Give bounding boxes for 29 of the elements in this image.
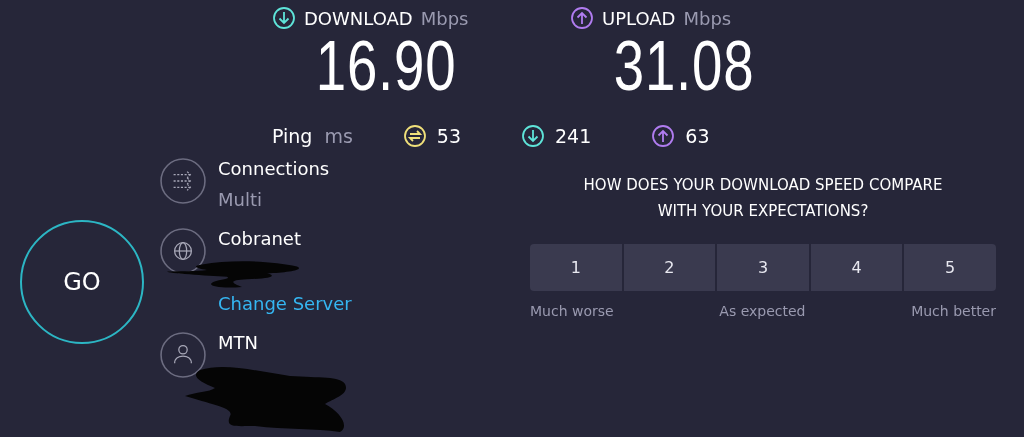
change-server-link[interactable]: Change Server	[218, 293, 352, 314]
info-subtitle: Multi	[218, 189, 263, 210]
speed-label: DOWNLOAD	[304, 7, 413, 29]
speed-value: 16.90	[315, 30, 457, 102]
info-title: MTN	[218, 332, 258, 353]
info-title: Cobranet	[218, 228, 302, 249]
go-button[interactable]: GO	[20, 220, 144, 344]
scale-label: Much better	[911, 303, 996, 319]
ping-label: Ping	[272, 125, 313, 147]
speed-unit: Mbps	[683, 7, 732, 29]
survey-question: HOW DOES YOUR DOWNLOAD SPEED COMPARE WITH YOUR EXPECTATIONS?	[582, 175, 944, 222]
info-title: Connections	[218, 158, 330, 179]
rating-option[interactable]: 4	[810, 244, 903, 291]
info-icon	[160, 158, 206, 204]
rating-option[interactable]: 2	[623, 244, 716, 291]
rating-option[interactable]: 1	[530, 244, 622, 291]
scale-label: Much worse	[530, 303, 614, 319]
speed-label: UPLOAD	[602, 7, 676, 29]
rating-option[interactable]: 5	[904, 244, 996, 291]
ping-value: 53	[436, 125, 462, 147]
rating-option[interactable]: 3	[717, 244, 809, 291]
info-icon	[160, 228, 206, 274]
ping-value: 63	[685, 125, 710, 147]
ping-value: 241	[555, 125, 592, 147]
scale-label: As expected	[719, 303, 806, 319]
speed-value: 31.08	[613, 30, 755, 102]
speed-unit: Mbps	[420, 7, 469, 29]
ping-unit: ms	[324, 125, 353, 147]
info-icon	[160, 332, 206, 378]
